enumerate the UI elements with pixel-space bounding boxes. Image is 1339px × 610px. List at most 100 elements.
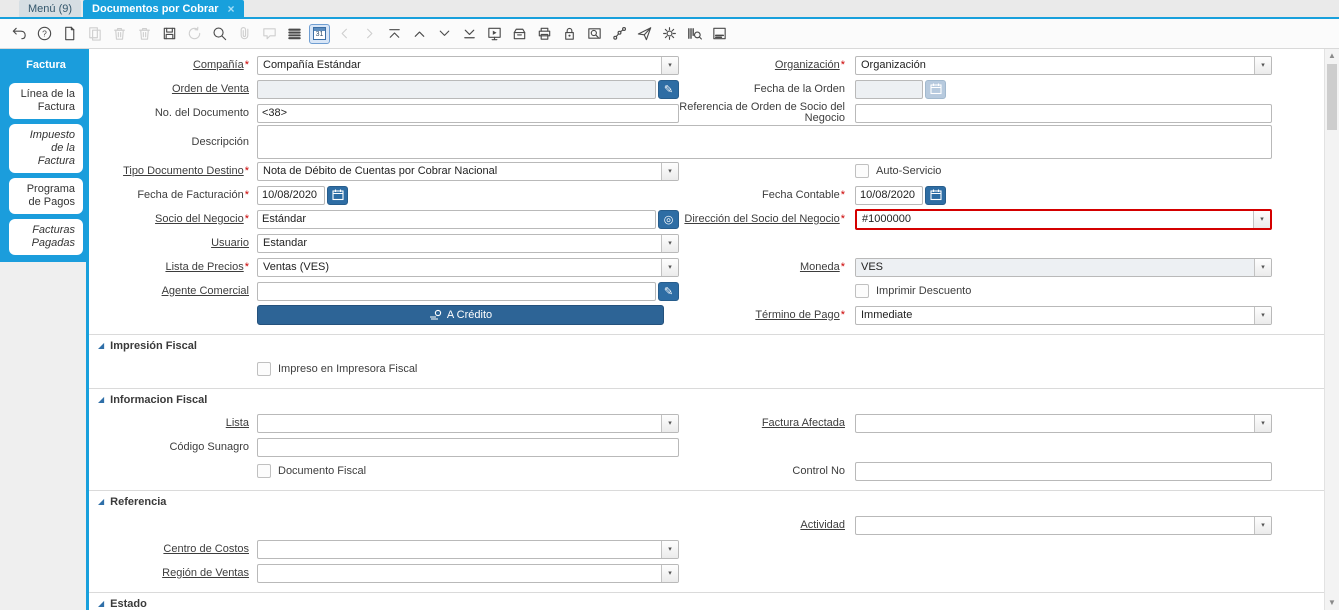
last-record-icon[interactable]: [457, 23, 482, 45]
record-edit-icon[interactable]: ✎: [658, 281, 679, 301]
termino-de-pago-select[interactable]: Immediate ▾: [855, 305, 1272, 325]
collapse-triangle-icon[interactable]: ◢: [98, 498, 104, 506]
centro-de-costos-select[interactable]: ▾: [257, 539, 679, 559]
actividad-select[interactable]: ▾: [855, 515, 1272, 535]
no-del-documento-input[interactable]: [257, 103, 679, 123]
factura-afectada-select[interactable]: ▾: [855, 413, 1272, 433]
dropdown-arrow-icon[interactable]: ▾: [661, 540, 678, 558]
dropdown-arrow-icon[interactable]: ▾: [1254, 516, 1271, 534]
scroll-down-icon[interactable]: ▼: [1325, 596, 1339, 610]
field-cell: VES ▾: [855, 257, 1272, 277]
usuario-label: Usuario: [89, 237, 257, 249]
lista-de-precios-select[interactable]: Ventas (VES) ▾: [257, 257, 679, 277]
product-info-icon[interactable]: [682, 23, 707, 45]
actividad-value: [856, 517, 1254, 534]
dropdown-arrow-icon[interactable]: ▾: [661, 258, 678, 276]
a-credito-button[interactable]: A Crédito: [257, 305, 664, 325]
dropdown-arrow-icon[interactable]: ▾: [1254, 258, 1271, 276]
dropdown-arrow-icon[interactable]: ▾: [661, 564, 678, 582]
dropdown-arrow-icon[interactable]: ▾: [661, 56, 678, 74]
lock-icon[interactable]: [557, 23, 582, 45]
sidebar-tab-impuesto-de-la-factura[interactable]: Impuesto de la Factura: [9, 124, 83, 173]
dropdown-arrow-icon[interactable]: ▾: [1254, 414, 1271, 432]
close-icon[interactable]: ×: [228, 3, 235, 15]
window-tab-menu-9[interactable]: Menú (9): [19, 0, 82, 17]
sidebar-tab-programa-de-pagos[interactable]: Programa de Pagos: [9, 178, 83, 214]
dropdown-arrow-icon[interactable]: ▾: [661, 234, 678, 252]
agente-comercial-input[interactable]: [257, 281, 656, 301]
tab-list: Factura Línea de la Factura Impuesto de la…: [0, 49, 86, 262]
control-no-input[interactable]: [855, 461, 1272, 481]
codigo-sunagro-input[interactable]: [257, 437, 679, 457]
descripcion-textarea[interactable]: [257, 125, 1272, 159]
compania-label: Compañía*: [89, 59, 257, 71]
tipo-documento-destino-value: Nota de Débito de Cuentas por Cobrar Nac…: [263, 164, 498, 177]
usuario-select[interactable]: Estandar ▾: [257, 233, 679, 253]
dropdown-arrow-icon[interactable]: ▾: [1254, 56, 1271, 74]
dropdown-arrow-icon[interactable]: ▾: [661, 414, 678, 432]
zoom-across-icon[interactable]: [582, 23, 607, 45]
undo-icon[interactable]: [7, 23, 32, 45]
calendar-button[interactable]: [327, 185, 348, 205]
report-icon[interactable]: [482, 23, 507, 45]
imprimir-descuento-checkbox[interactable]: [855, 284, 869, 298]
window-tab-documentos-por-cobrar[interactable]: Documentos por Cobrar ×: [83, 0, 244, 17]
send-mail-icon[interactable]: [632, 23, 657, 45]
fecha-contable-input[interactable]: [855, 185, 923, 205]
auto-servicio-checkbox[interactable]: [855, 164, 869, 178]
required-marker: *: [244, 188, 249, 201]
termino-de-pago-label: Término de Pago*: [679, 308, 851, 321]
save-icon[interactable]: [157, 23, 182, 45]
tipo-documento-destino-select[interactable]: Nota de Débito de Cuentas por Cobrar Nac…: [257, 161, 679, 181]
field-label-text: Fecha de la Orden: [753, 82, 845, 95]
referencia-de-orden-de-socio-del-negocio-input[interactable]: [855, 103, 1272, 123]
chat-icon: [257, 23, 282, 45]
vertical-scrollbar[interactable]: ▲ ▼: [1324, 49, 1339, 610]
collapse-triangle-icon[interactable]: ◢: [98, 396, 104, 404]
collapse-triangle-icon[interactable]: ◢: [98, 600, 104, 608]
window-tab-label: Menú (9): [28, 2, 73, 15]
required-marker: *: [244, 260, 249, 273]
workflow-icon[interactable]: [607, 23, 632, 45]
calendar-icon: [929, 188, 943, 202]
find-icon[interactable]: [207, 23, 232, 45]
dropdown-arrow-icon[interactable]: ▾: [1253, 210, 1270, 228]
archive-icon[interactable]: [507, 23, 532, 45]
next-record-icon[interactable]: [432, 23, 457, 45]
print-icon[interactable]: [532, 23, 557, 45]
dropdown-arrow-icon[interactable]: ▾: [661, 162, 678, 180]
first-record-icon[interactable]: [382, 23, 407, 45]
window-help-icon[interactable]: [707, 23, 732, 45]
field-cell: [257, 185, 679, 205]
lista-select[interactable]: ▾: [257, 413, 679, 433]
sidebar-tab-facturas-pagadas[interactable]: Facturas Pagadas: [9, 219, 83, 255]
scroll-up-icon[interactable]: ▲: [1325, 49, 1339, 63]
moneda-select[interactable]: VES ▾: [855, 257, 1272, 277]
record-edit-icon[interactable]: ✎: [658, 79, 679, 99]
socio-del-negocio-input[interactable]: [257, 209, 656, 229]
scrollbar-thumb[interactable]: [1327, 64, 1337, 130]
preferences-icon[interactable]: [657, 23, 682, 45]
previous-record-icon[interactable]: [407, 23, 432, 45]
orden-de-venta-input: [257, 79, 656, 99]
collapse-triangle-icon[interactable]: ◢: [98, 342, 104, 350]
application-window: Menú (9) Documentos por Cobrar × ? 31 Factu…: [0, 0, 1339, 610]
impreso-en-impresora-fiscal-checkbox[interactable]: [257, 362, 271, 376]
compania-select[interactable]: Compañía Estándar ▾: [257, 55, 679, 75]
fecha-de-facturacion-input[interactable]: [257, 185, 325, 205]
dropdown-arrow-icon[interactable]: ▾: [1254, 306, 1271, 324]
direccion-del-socio-del-negocio-select[interactable]: #1000000 ▾: [855, 208, 1272, 230]
calendar-icon[interactable]: 31: [309, 23, 330, 44]
field-label-text: Agente Comercial: [161, 284, 249, 297]
business-partner-info-icon[interactable]: ◎: [658, 209, 679, 229]
organizacion-select[interactable]: Organización ▾: [855, 55, 1272, 75]
grid-toggle-icon[interactable]: [282, 23, 307, 45]
region-de-ventas-select[interactable]: ▾: [257, 563, 679, 583]
help-icon[interactable]: ?: [32, 23, 57, 45]
calendar-button[interactable]: [925, 185, 946, 205]
sidebar-tab-factura[interactable]: Factura: [9, 53, 83, 78]
field-label-text: Término de Pago: [755, 308, 840, 321]
documento-fiscal-checkbox[interactable]: [257, 464, 271, 478]
new-record-icon[interactable]: [57, 23, 82, 45]
sidebar-tab-linea-de-la-factura[interactable]: Línea de la Factura: [9, 83, 83, 119]
